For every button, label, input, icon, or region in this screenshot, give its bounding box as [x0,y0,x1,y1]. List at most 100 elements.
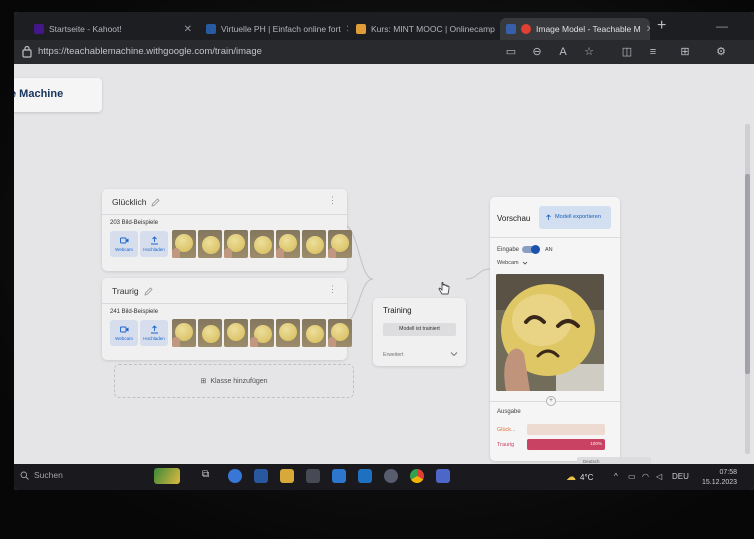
battery-icon[interactable]: ▭ [628,472,636,481]
training-title: Training [383,306,412,315]
webcam-button[interactable]: Webcam [110,231,138,257]
mail-icon[interactable] [332,469,346,483]
recording-icon [521,24,531,34]
url-field[interactable]: https://teachablemachine.withgoogle.com/… [38,46,262,57]
sample-thumbnail[interactable] [250,230,274,258]
webcam-label: Webcam [115,336,133,341]
onlinecampus-icon [356,24,366,34]
tab-virtuelle-ph[interactable]: Virtuelle PH | Einfach online fort ✕ [200,18,348,40]
widgets-icon[interactable] [154,468,180,484]
favorites-list-icon[interactable]: ≡ [644,43,662,61]
class-name[interactable]: Glücklich [112,197,161,207]
more-options-icon[interactable]: ⋮ [328,195,337,206]
add-icon: ⊞ [200,378,207,385]
clock-time: 07:58 [719,469,738,476]
sample-count: 203 Bild-Beispiele [110,220,159,226]
close-icon[interactable]: ✕ [184,24,192,35]
class-name[interactable]: Traurig [112,286,153,296]
pencil-icon[interactable] [151,197,161,207]
chrome-icon[interactable] [410,469,424,483]
virtuelle-ph-icon [206,24,216,34]
sample-thumbnail[interactable] [198,319,222,347]
input-language[interactable]: DEU [672,472,689,481]
sample-thumbnail[interactable] [276,230,300,258]
chevron-down-icon[interactable] [450,350,458,358]
webcam-label: Webcam [115,247,133,252]
task-view-icon[interactable]: ⧉ [202,469,216,483]
tab-label: Kurs: MINT MOOC | Onlinecamp [371,24,495,34]
word-icon[interactable] [254,469,268,483]
sample-count: 241 Bild-Beispiele [110,309,159,315]
sample-thumbnail[interactable] [276,319,300,347]
card-divider [102,303,347,304]
expand-icon[interactable]: + [546,396,556,406]
source-select[interactable]: Webcam [497,260,528,266]
edge-icon[interactable] [228,469,242,483]
weather-widget[interactable]: ☁ 4°C [566,472,593,483]
sample-thumbnail[interactable] [328,319,352,347]
sample-thumbnail[interactable] [224,230,248,258]
source-value: Webcam [497,260,519,266]
teams-icon[interactable] [436,469,450,483]
tray-chevron-icon[interactable]: ^ [614,472,618,481]
close-icon[interactable]: ✕ [646,24,650,35]
sample-thumbnail[interactable] [302,230,326,258]
upload-button[interactable]: Hochladen [140,231,168,257]
close-icon[interactable]: ✕ [346,24,348,35]
add-class-button[interactable]: ⊞ Klasse hinzufügen [114,364,354,398]
split-screen-icon[interactable]: ◫ [618,43,636,61]
output-class-label: Glück... [497,427,516,433]
panel-divider [490,237,620,238]
sample-thumbnail[interactable] [172,319,196,347]
sample-thumbnail[interactable] [224,319,248,347]
tab-teachable-machine[interactable]: Image Model - Teachable M ✕ [500,18,650,40]
class-card-gluecklich: Glücklich ⋮ 203 Bild-Beispiele Webcam Ho… [102,189,352,271]
wifi-icon[interactable]: ◠ [642,472,649,481]
sample-thumbnail[interactable] [328,230,352,258]
upload-icon [150,325,158,334]
sample-thumbnail[interactable] [250,319,274,347]
zoom-icon[interactable]: ⊖ [528,43,546,61]
volume-icon[interactable]: ◁ [656,472,662,481]
export-icon [546,214,551,220]
clock[interactable]: 07:58 15.12.2023 [702,468,737,488]
favorite-icon[interactable]: ☆ [580,43,598,61]
brand-header[interactable]: e Machine [14,78,102,112]
pencil-icon[interactable] [144,286,153,296]
class-name-text: Traurig [112,286,139,296]
store-icon[interactable] [306,469,320,483]
class-card-traurig: Traurig ⋮ 241 Bild-Beispiele Webcam Hoch… [102,278,352,360]
read-aloud-icon[interactable]: A [554,43,572,61]
settings-icon[interactable] [384,469,398,483]
kahoot-icon [34,24,44,34]
tab-mint-mooc[interactable]: Kurs: MINT MOOC | Onlinecamp ✕ [350,18,498,40]
collections-icon[interactable]: ⊞ [676,43,694,61]
input-state: AN [545,247,553,253]
lock-icon[interactable] [22,45,32,58]
outlook-icon[interactable] [358,469,372,483]
extensions-icon[interactable]: ⚙ [712,43,730,61]
input-toggle[interactable] [522,245,540,254]
sample-thumbnail[interactable] [198,230,222,258]
train-model-button[interactable]: Modell ist trainiert [383,323,456,336]
camera-icon[interactable]: ▭ [502,43,520,61]
new-tab-icon[interactable]: + [657,17,666,35]
taskbar-search[interactable]: Suchen [20,470,63,480]
advanced-toggle[interactable]: Erweitert [383,352,403,358]
upload-button[interactable]: Hochladen [140,320,168,346]
confidence-value: 100% [590,441,602,446]
export-model-button[interactable]: Modell exportieren [539,206,611,229]
minimize-icon[interactable]: — [716,19,728,33]
sample-thumbnail[interactable] [172,230,196,258]
file-explorer-icon[interactable] [280,469,294,483]
export-label: Modell exportieren [555,214,602,221]
scrollbar-thumb[interactable] [745,174,750,374]
teachable-machine-icon [506,24,516,34]
tab-label: Image Model - Teachable M [536,24,641,34]
class-name-text: Glücklich [112,197,147,207]
webcam-button[interactable]: Webcam [110,320,138,346]
sample-thumbnail[interactable] [302,319,326,347]
output-class-label: Traurig [497,442,515,448]
more-options-icon[interactable]: ⋮ [328,284,337,295]
tab-kahoot[interactable]: Startseite - Kahoot! ✕ [28,18,198,40]
